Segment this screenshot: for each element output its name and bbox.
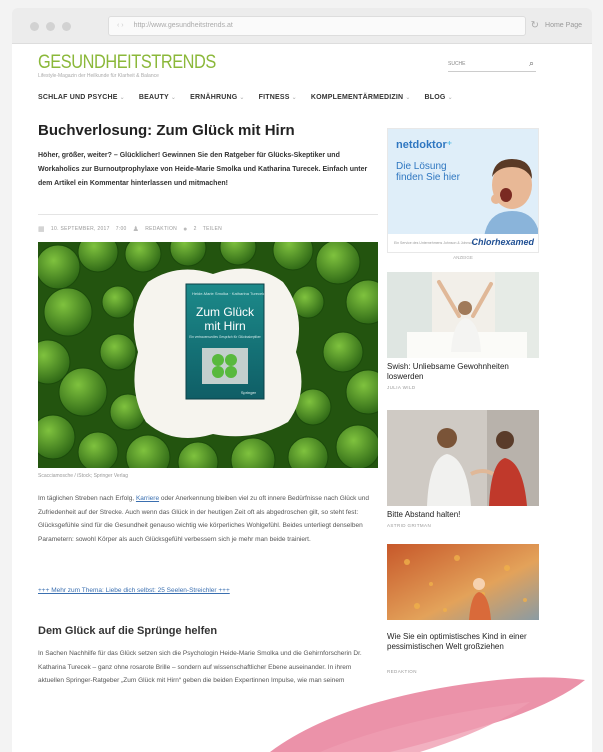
close-window-button[interactable] bbox=[30, 22, 39, 31]
menu-item-blog[interactable]: BLOG ⌄ bbox=[425, 94, 453, 101]
refresh-icon[interactable]: ↻ bbox=[531, 20, 539, 31]
article-time: 7:00 bbox=[115, 226, 127, 232]
card-author[interactable]: ASTRID GRITMAN bbox=[387, 523, 431, 528]
article-title: Buchverlosung: Zum Glück mit Hirn bbox=[38, 122, 295, 139]
card-image-abstand[interactable] bbox=[387, 410, 539, 506]
woman-stretching-image bbox=[387, 272, 539, 358]
article-date: 10. SEPTEMBER, 2017 bbox=[50, 226, 110, 232]
article-author[interactable]: REDAKTION bbox=[145, 226, 177, 232]
comment-count[interactable]: 2 bbox=[194, 226, 197, 232]
menu-item-komplementaermedizin[interactable]: KOMPLEMENTÄRMEDIZIN ⌄ bbox=[311, 94, 411, 101]
card-image-optimismus[interactable] bbox=[387, 544, 539, 620]
menu-label: SCHLAF UND PSYCHE bbox=[38, 94, 118, 101]
article-lead: Höher, größer, weiter? – Glücklicher! Ge… bbox=[38, 152, 368, 187]
chevron-down-icon: ⌄ bbox=[447, 95, 453, 101]
sidebar-ad[interactable]: netdoktor⁺ Die Lösung finden Sie hier Ei… bbox=[387, 128, 539, 253]
menu-label: FITNESS bbox=[258, 94, 290, 101]
karriere-link[interactable]: Karriere bbox=[136, 495, 159, 502]
card-title[interactable]: Wie Sie ein optimistisches Kind in einer… bbox=[387, 632, 542, 652]
search-placeholder: SUCHE bbox=[448, 61, 466, 67]
ad-person-image bbox=[484, 159, 538, 237]
card-title[interactable]: Swish: Unliebsame Gewohnheiten loswerden bbox=[387, 362, 542, 382]
menu-label: KOMPLEMENTÄRMEDIZIN bbox=[310, 94, 404, 101]
card-title[interactable]: Bitte Abstand halten! bbox=[387, 510, 542, 520]
calendar-icon: ▦ bbox=[38, 226, 45, 233]
paragraph-text: oder Anerkennung bleiben viel zu oft inn… bbox=[38, 495, 370, 543]
minimize-window-button[interactable] bbox=[46, 22, 55, 31]
chevron-down-icon: ⌄ bbox=[170, 95, 177, 101]
hero-image: Heide-Marie Smolka · Katharina Turecek Z… bbox=[38, 242, 378, 468]
chevron-down-icon: ⌄ bbox=[291, 95, 297, 101]
home-page-button[interactable]: ↻ Home Page bbox=[531, 20, 582, 31]
book-publisher: Springer bbox=[241, 390, 257, 395]
book-subtitle: Ein vertrauensvolles Gespräch für Glücks… bbox=[189, 335, 261, 339]
ad-brand-text: netdoktor bbox=[396, 139, 447, 151]
image-credit: Scacciamosche / iStock; Springer Verlag bbox=[38, 473, 129, 479]
chevron-down-icon: ⌄ bbox=[405, 95, 411, 101]
comment-icon: ● bbox=[183, 225, 188, 233]
site-logo[interactable]: GESUNDHEITSTRENDS bbox=[38, 52, 216, 74]
article-meta: ▦ 10. SEPTEMBER, 2017 7:00 ♟ REDAKTION ●… bbox=[38, 225, 222, 234]
ad-footer-text: Ein Service des Unternehmens Johnson & J… bbox=[394, 241, 474, 245]
people-greeting-image bbox=[387, 410, 539, 506]
article-subheading: Dem Glück auf die Sprünge helfen bbox=[38, 625, 218, 637]
ad-footer: Ein Service des Unternehmens Johnson & J… bbox=[388, 234, 538, 252]
card-image-swish[interactable] bbox=[387, 272, 539, 358]
address-bar[interactable]: ‹ › http://www.gesundheitstrends.at bbox=[108, 16, 526, 36]
divider bbox=[38, 214, 378, 215]
menu-item-schlaf-und-psyche[interactable]: SCHLAF UND PSYCHE ⌄ bbox=[38, 94, 125, 101]
share-button[interactable]: TEILEN bbox=[203, 226, 222, 232]
window-controls bbox=[30, 22, 71, 31]
article-paragraph-1: Im täglichen Streben nach Erfolg, Karrie… bbox=[38, 492, 378, 546]
menu-item-fitness[interactable]: FITNESS ⌄ bbox=[259, 94, 297, 101]
book-title-line2: mit Hirn bbox=[204, 319, 245, 333]
url-text: http://www.gesundheitstrends.at bbox=[133, 22, 233, 29]
browser-chrome: ‹ › http://www.gesundheitstrends.at ↻ Hom… bbox=[12, 8, 592, 44]
search-icon[interactable]: ⌕ bbox=[529, 58, 534, 69]
site-tagline: Lifestyle-Magazin der Heilkunde für Klar… bbox=[38, 73, 159, 79]
home-page-label: Home Page bbox=[545, 22, 582, 29]
web-page: GESUNDHEITSTRENDS Lifestyle-Magazin der … bbox=[12, 44, 592, 752]
zoom-window-button[interactable] bbox=[62, 22, 71, 31]
back-forward-icon[interactable]: ‹ › bbox=[117, 22, 124, 29]
menu-item-ernaehrung[interactable]: ERNÄHRUNG ⌄ bbox=[190, 94, 245, 101]
menu-item-beauty[interactable]: BEAUTY ⌄ bbox=[139, 94, 176, 101]
card-author[interactable]: JULIA WILD bbox=[387, 385, 416, 390]
book-authors: Heide-Marie Smolka · Katharina Turecek bbox=[192, 291, 264, 296]
ad-label: ANZEIGE bbox=[453, 255, 473, 260]
book-title-line1: Zum Glück bbox=[196, 305, 255, 319]
autumn-leaves-image bbox=[387, 544, 539, 620]
paragraph-text: Im täglichen Streben nach Erfolg, bbox=[38, 495, 135, 502]
menu-label: BEAUTY bbox=[138, 94, 169, 101]
related-article-link[interactable]: +++ Mehr zum Thema: Liebe dich selbst: 2… bbox=[38, 587, 230, 594]
clover-book-illustration: Heide-Marie Smolka · Katharina Turecek Z… bbox=[38, 242, 378, 468]
search-input[interactable]: SUCHE ⌕ bbox=[448, 58, 536, 72]
decorative-brush-stroke bbox=[270, 677, 585, 752]
ad-footer-brand: Chlorhexamed bbox=[471, 237, 534, 247]
user-icon: ♟ bbox=[132, 226, 140, 233]
chevron-down-icon: ⌄ bbox=[239, 95, 245, 101]
plus-icon: ⁺ bbox=[446, 140, 453, 151]
ad-text: Die Lösung finden Sie hier bbox=[396, 161, 460, 183]
ad-brand: netdoktor⁺ bbox=[396, 139, 452, 151]
menu-label: BLOG bbox=[424, 94, 446, 101]
chevron-down-icon: ⌄ bbox=[119, 95, 125, 101]
menu-label: ERNÄHRUNG bbox=[190, 94, 238, 101]
main-menu: SCHLAF UND PSYCHE ⌄ BEAUTY ⌄ ERNÄHRUNG ⌄ FI… bbox=[38, 94, 453, 101]
